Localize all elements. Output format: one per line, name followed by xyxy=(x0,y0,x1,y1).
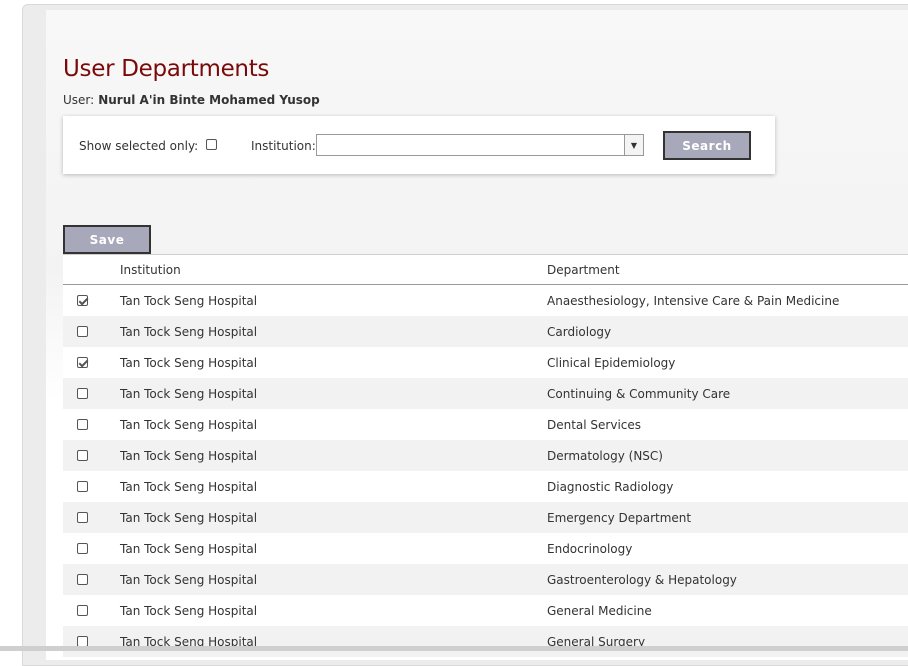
table-row[interactable]: Tan Tock Seng Hospital Emergency Departme… xyxy=(63,502,908,533)
table-row[interactable]: Tan Tock Seng Hospital Dermatology (NSC) xyxy=(63,440,908,471)
institution-cell: Tan Tock Seng Hospital xyxy=(120,449,258,463)
table-row[interactable]: Tan Tock Seng Hospital Endocrinology xyxy=(63,533,908,564)
table-row[interactable]: Tan Tock Seng Hospital Dental Services xyxy=(63,409,908,440)
institution-cell: Tan Tock Seng Hospital xyxy=(120,480,258,494)
row-select-checkbox[interactable] xyxy=(77,605,88,616)
department-cell: Clinical Epidemiology xyxy=(547,356,676,370)
row-select-checkbox[interactable] xyxy=(77,357,88,368)
department-cell: Endocrinology xyxy=(547,542,633,556)
column-header-institution[interactable]: Institution xyxy=(120,263,181,277)
department-cell: Dental Services xyxy=(547,418,642,432)
department-cell: Dermatology (NSC) xyxy=(547,449,663,463)
column-header-department[interactable]: Department xyxy=(547,263,620,277)
row-select-checkbox[interactable] xyxy=(77,574,88,585)
horizontal-scrollbar[interactable] xyxy=(0,646,908,651)
department-cell: Continuing & Community Care xyxy=(547,387,731,401)
row-select-checkbox[interactable] xyxy=(77,450,88,461)
institution-select[interactable]: ▼ xyxy=(316,134,644,156)
show-selected-checkbox[interactable] xyxy=(206,139,217,150)
user-label: User: xyxy=(63,93,95,107)
table-body: Tan Tock Seng Hospital Anaesthesiology, I… xyxy=(63,285,908,657)
page-title: User Departments xyxy=(63,56,270,82)
chevron-down-icon[interactable]: ▼ xyxy=(624,135,643,155)
user-line: User: Nurul A'in Binte Mohamed Yusop xyxy=(63,93,320,107)
institution-cell: Tan Tock Seng Hospital xyxy=(120,418,258,432)
row-select-checkbox[interactable] xyxy=(77,326,88,337)
department-cell: Gastroenterology & Hepatology xyxy=(547,573,737,587)
table-row[interactable]: Tan Tock Seng Hospital General Surgery xyxy=(63,626,908,657)
show-selected-label: Show selected only: xyxy=(79,139,199,153)
user-name: Nurul A'in Binte Mohamed Yusop xyxy=(98,93,320,107)
department-cell: Emergency Department xyxy=(547,511,692,525)
row-select-checkbox[interactable] xyxy=(77,481,88,492)
institution-cell: Tan Tock Seng Hospital xyxy=(120,356,258,370)
institution-cell: Tan Tock Seng Hospital xyxy=(120,604,258,618)
table-row[interactable]: Tan Tock Seng Hospital General Medicine xyxy=(63,595,908,626)
table-row[interactable]: Tan Tock Seng Hospital Diagnostic Radiolo… xyxy=(63,471,908,502)
row-select-checkbox[interactable] xyxy=(77,388,88,399)
row-select-checkbox[interactable] xyxy=(77,512,88,523)
institution-cell: Tan Tock Seng Hospital xyxy=(120,325,258,339)
row-select-checkbox[interactable] xyxy=(77,543,88,554)
table-row[interactable]: Tan Tock Seng Hospital Anaesthesiology, I… xyxy=(63,285,908,316)
institution-cell: Tan Tock Seng Hospital xyxy=(120,542,258,556)
row-select-checkbox[interactable] xyxy=(77,295,88,306)
department-cell: Diagnostic Radiology xyxy=(547,480,674,494)
department-cell: Cardiology xyxy=(547,325,612,339)
table-row[interactable]: Tan Tock Seng Hospital Cardiology xyxy=(63,316,908,347)
row-select-checkbox[interactable] xyxy=(77,419,88,430)
institution-cell: Tan Tock Seng Hospital xyxy=(120,573,258,587)
save-button[interactable]: Save xyxy=(63,225,151,254)
table-row[interactable]: Tan Tock Seng Hospital Gastroenterology &… xyxy=(63,564,908,595)
table-header: Institution Department xyxy=(63,255,908,285)
institution-cell: Tan Tock Seng Hospital xyxy=(120,387,258,401)
institution-label: Institution: xyxy=(251,139,316,153)
institution-cell: Tan Tock Seng Hospital xyxy=(120,511,258,525)
department-cell: General Medicine xyxy=(547,604,652,618)
institution-cell: Tan Tock Seng Hospital xyxy=(120,294,258,308)
search-button[interactable]: Search xyxy=(663,131,751,160)
department-cell: Anaesthesiology, Intensive Care & Pain M… xyxy=(547,294,840,308)
table-row[interactable]: Tan Tock Seng Hospital Continuing & Commu… xyxy=(63,378,908,409)
table-row[interactable]: Tan Tock Seng Hospital Clinical Epidemiol… xyxy=(63,347,908,378)
departments-table: Institution Department Tan Tock Seng Hos… xyxy=(63,254,908,657)
filter-panel: Show selected only: Institution: ▼ Searc… xyxy=(63,116,775,174)
